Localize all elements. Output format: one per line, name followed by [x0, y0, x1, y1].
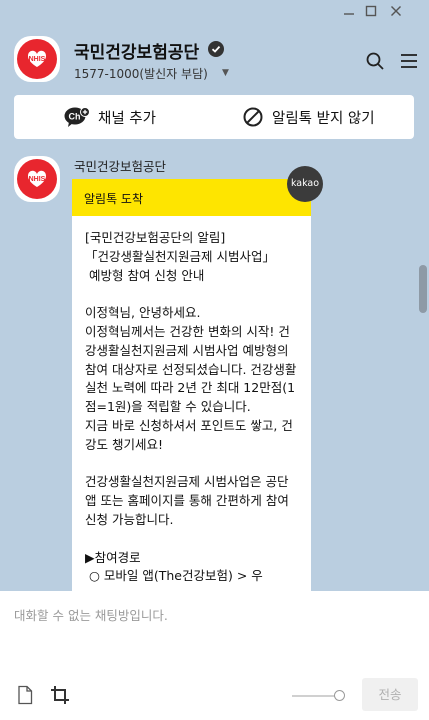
- slider-track: [292, 695, 340, 697]
- channel-avatar[interactable]: NHIS: [14, 36, 60, 82]
- channel-title: 국민건강보험공단: [74, 43, 200, 63]
- chevron-down-icon[interactable]: ▼: [222, 68, 229, 78]
- sender-name: 국민건강보험공단: [74, 159, 167, 174]
- chat-header: NHIS 국민건강보험공단 1577-1000(발신자 부담) ▼: [0, 28, 429, 92]
- close-button[interactable]: [387, 2, 405, 20]
- channel-plus-icon: Ch: [64, 106, 90, 128]
- file-icon[interactable]: [16, 685, 34, 705]
- menu-icon[interactable]: [398, 50, 420, 72]
- input-area: 대화할 수 없는 채팅방입니다. 전송: [0, 591, 429, 720]
- crop-icon[interactable]: [50, 685, 70, 705]
- maximize-button[interactable]: [362, 2, 380, 20]
- minimize-button[interactable]: [340, 2, 358, 20]
- channel-phone[interactable]: 1577-1000(발신자 부담): [74, 65, 208, 82]
- nhis-logo-icon: NHIS: [17, 39, 57, 79]
- kakao-badge: kakao: [287, 166, 323, 202]
- alimtalk-header: 알림톡 도착: [72, 179, 311, 216]
- scrollbar-thumb[interactable]: [419, 265, 427, 313]
- channel-action-bar: Ch 채널 추가 알림톡 받지 않기: [14, 95, 414, 139]
- block-icon: [242, 106, 264, 128]
- sender-avatar-text: NHIS: [29, 176, 46, 183]
- slider-knob[interactable]: [334, 690, 345, 701]
- minimize-icon: [344, 13, 354, 15]
- window-controls: [0, 0, 429, 22]
- block-alimtalk-button[interactable]: 알림톡 받지 않기: [242, 95, 375, 139]
- verified-icon: [208, 41, 224, 57]
- add-channel-button[interactable]: Ch 채널 추가: [64, 95, 156, 139]
- block-alimtalk-label: 알림톡 받지 않기: [272, 110, 375, 127]
- sender-avatar[interactable]: NHIS: [14, 156, 60, 202]
- send-button[interactable]: 전송: [362, 678, 418, 711]
- chat-disabled-placeholder: 대화할 수 없는 채팅방입니다.: [14, 608, 168, 623]
- add-channel-label: 채널 추가: [98, 110, 156, 127]
- opacity-slider[interactable]: [292, 690, 345, 701]
- maximize-icon: [365, 5, 377, 17]
- avatar-text: NHIS: [29, 56, 46, 63]
- nhis-logo-icon: NHIS: [17, 159, 57, 199]
- ch-badge-text: Ch: [69, 112, 81, 122]
- search-icon[interactable]: [364, 50, 386, 72]
- message-body: [국민건강보험공단의 알림] 「건강생활실천지원금제 시범사업」 예방형 참여 …: [85, 230, 297, 584]
- alimtalk-message-bubble: 알림톡 도착 [국민건강보험공단의 알림] 「건강생활실천지원금제 시범사업」 …: [72, 179, 311, 599]
- close-icon: [391, 6, 401, 16]
